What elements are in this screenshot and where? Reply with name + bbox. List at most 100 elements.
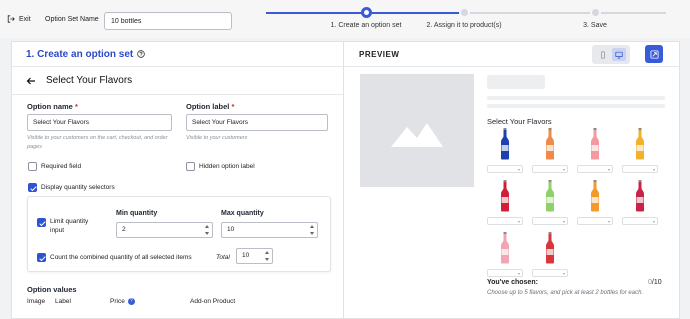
mobile-view-button[interactable] [596,48,610,61]
option-label-label: Option label * [186,102,235,111]
max-quantity-stepper[interactable] [309,225,315,235]
bottle-icon [591,128,599,160]
chosen-note: Choose up to 5 flavors, and pick at leas… [487,290,644,296]
bottle-icon [546,232,554,264]
chosen-label: You've chosen: [487,279,538,286]
preview-header: PREVIEW [344,42,679,67]
display-quantity-selectors-checkbox[interactable] [28,183,37,192]
flavor-quantity-select[interactable] [487,269,523,277]
required-field-label: Required field [41,163,82,170]
min-quantity-label: Min quantity [116,210,158,217]
desktop-view-button[interactable] [612,48,626,61]
option-set-name-input[interactable] [104,12,232,30]
option-label-hint: Visible to your customers [186,135,248,141]
hidden-option-label-label: Hidden option label [199,163,255,170]
back-row: Select Your Flavors [12,67,343,95]
flavor-option[interactable] [532,128,568,173]
mobile-icon [601,50,605,59]
flavor-quantity-select[interactable] [622,217,658,225]
step-track-2 [464,12,666,14]
total-value: 10 [242,252,250,259]
option-values-title: Option values [27,285,77,294]
flavor-quantity-select[interactable] [487,165,523,173]
step-label-3: 3. Save [583,22,607,29]
top-bar: Exit Option Set Name 1. Create an option… [0,0,690,38]
step-dot-1[interactable] [361,7,372,18]
column-image: Image [27,298,46,305]
flavor-quantity-select[interactable] [532,165,568,173]
step-dot-3[interactable] [590,7,601,18]
price-info-icon[interactable]: ? [127,298,135,305]
option-name-input[interactable] [27,114,172,131]
chosen-count: 0/10 [648,279,662,286]
expand-preview-button[interactable] [645,45,663,63]
skeleton-line-1 [487,96,665,100]
flavor-option[interactable] [487,180,523,225]
flavor-option[interactable] [577,180,613,225]
option-label-input[interactable] [186,114,328,131]
stepper: 1. Create an option set 2. Assign it to … [262,6,668,34]
column-label: Label [55,298,71,305]
min-quantity-stepper[interactable] [204,225,210,235]
min-quantity-input[interactable]: 2 [116,222,213,238]
flavor-quantity-select[interactable] [622,165,658,173]
bottle-icon [636,128,644,160]
expand-icon [649,49,659,59]
exit-label: Exit [19,15,31,23]
step-dot-2[interactable] [459,7,470,18]
preview-panel: PREVIEW Select Your Flavors You've chose… [343,41,680,319]
hidden-option-label-checkbox[interactable] [186,162,195,171]
limit-quantity-label: Limit quantity input [50,218,89,234]
limit-quantity-checkbox[interactable] [37,218,46,227]
back-arrow-icon[interactable] [26,76,36,86]
option-set-name-label: Option Set Name [45,16,99,23]
bottle-icon [546,128,554,160]
desktop-icon [615,51,623,59]
option-name-label: Option name * [27,102,78,111]
flavor-option[interactable] [577,128,613,173]
bottle-icon [546,180,554,212]
product-image-placeholder [360,74,474,187]
count-combined-label: Count the combined quantity of all selec… [50,254,192,261]
column-addon-product: Add-on Product [190,298,236,305]
bottle-icon [636,180,644,212]
flavor-option[interactable] [622,128,658,173]
bottle-icon [591,180,599,212]
option-name-hint: Visible to your customers on the cart, c… [27,135,168,150]
exit-icon [7,15,15,23]
exit-button[interactable]: Exit [7,15,31,23]
option-editor-panel: 1. Create an option set Select Your Flav… [11,41,343,319]
bottle-icon [501,232,509,264]
flavor-quantity-select[interactable] [532,269,568,277]
max-quantity-input[interactable]: 10 [221,222,318,238]
image-placeholder-icon [391,122,443,147]
total-stepper[interactable] [264,251,270,261]
flavor-option[interactable] [532,180,568,225]
skeleton-title [487,75,545,89]
panel-header: 1. Create an option set [12,42,343,67]
column-price: Price? [110,298,135,305]
flavor-quantity-select[interactable] [577,217,613,225]
help-icon[interactable] [137,50,145,58]
max-quantity-label: Max quantity [221,210,264,217]
flavor-quantity-select[interactable] [532,217,568,225]
panel-title: 1. Create an option set [26,48,134,60]
device-toggle [592,45,630,64]
option-title: Select Your Flavors [46,75,133,86]
count-combined-checkbox[interactable] [37,253,46,262]
flavor-option[interactable] [487,232,523,277]
flavor-option[interactable] [622,180,658,225]
total-input[interactable]: 10 [236,248,273,264]
flavor-quantity-select[interactable] [487,217,523,225]
flavor-option[interactable] [532,232,568,277]
preview-title: PREVIEW [359,50,400,59]
min-quantity-value: 2 [122,226,126,233]
skeleton-line-2 [487,104,665,108]
step-label-1: 1. Create an option set [330,22,402,29]
flavor-option[interactable] [487,128,523,173]
flavor-quantity-select[interactable] [577,165,613,173]
preview-flavors-title: Select Your Flavors [487,117,552,126]
step-label-2: 2. Assign it to product(s) [426,22,502,29]
max-quantity-value: 10 [227,226,235,233]
required-field-checkbox[interactable] [28,162,37,171]
